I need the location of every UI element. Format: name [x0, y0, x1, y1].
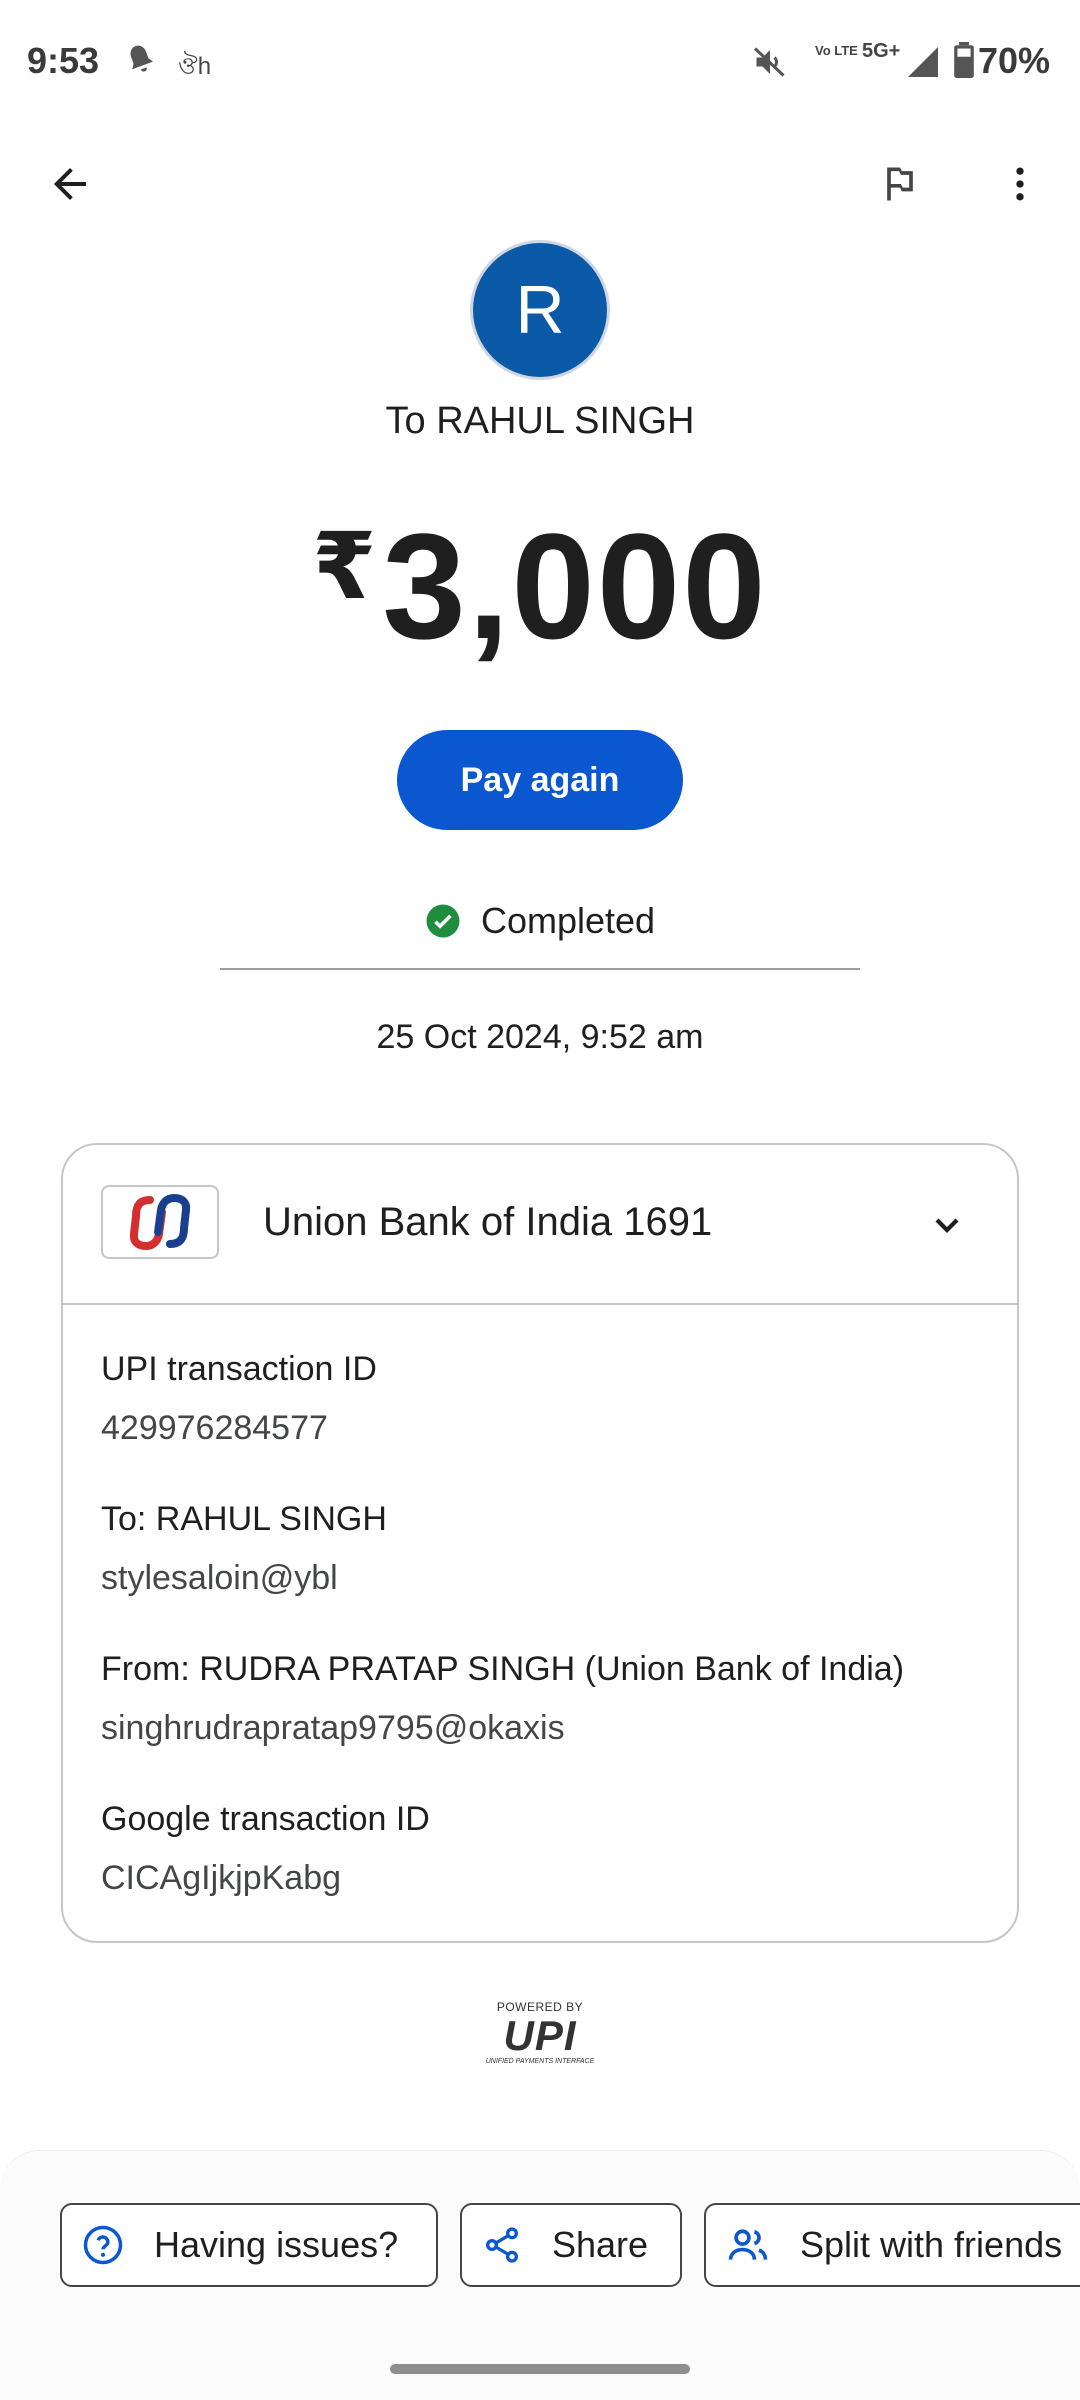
detail-upi-transaction-id: UPI transaction ID 429976284577: [101, 1350, 377, 1448]
split-with-friends-label: Split with friends: [800, 2224, 1063, 2265]
upi-subtitle: UNIFIED PAYMENTS INTERFACE: [485, 2058, 595, 2065]
status-dh-label: ঔh: [178, 53, 212, 80]
share-icon: [486, 2227, 518, 2263]
upi-logo: POWERED BY UPI UNIFIED PAYMENTS INTERFAC…: [470, 2000, 610, 2070]
detail-label: Google transaction ID: [101, 1800, 430, 1838]
expand-button[interactable]: [917, 1195, 977, 1255]
transaction-timestamp: 25 Oct 2024, 9:52 am: [376, 1018, 704, 1056]
notification-icon: [122, 42, 160, 85]
upi-brand: UPI: [503, 2012, 577, 2059]
detail-label: From: RUDRA PRATAP SINGH (Union Bank of …: [101, 1650, 905, 1688]
detail-from: From: RUDRA PRATAP SINGH (Union Bank of …: [101, 1650, 904, 1748]
battery-icon: [954, 42, 974, 83]
back-button[interactable]: [30, 144, 110, 224]
detail-value[interactable]: 429976284577: [101, 1409, 377, 1448]
status-bar: 9:53 ঔh Vo LTE 5G+ 70%: [0, 0, 1080, 125]
share-label: Share: [552, 2224, 649, 2265]
having-issues-button[interactable]: Having issues?: [60, 2203, 438, 2287]
flag-icon: [887, 167, 913, 201]
group-icon: [728, 2229, 768, 2260]
transaction-status: Completed: [0, 900, 1080, 942]
bank-name: Union Bank of India 1691: [263, 1200, 713, 1244]
amount-value: 3,000: [382, 502, 768, 670]
having-issues-label: Having issues?: [154, 2224, 399, 2265]
split-with-friends-button[interactable]: Split with friends: [704, 2203, 1080, 2287]
detail-value[interactable]: stylesaloin@ybl: [101, 1559, 387, 1598]
currency-symbol: ₹: [312, 516, 379, 618]
gesture-nav-handle[interactable]: [390, 2364, 690, 2374]
more-options-button[interactable]: [980, 144, 1060, 224]
detail-value[interactable]: singhrudrapratap9795@okaxis: [101, 1709, 904, 1748]
volte-label: Vo LTE: [815, 43, 858, 58]
transaction-details-card: Union Bank of India 1691 UPI transaction…: [61, 1143, 1019, 1943]
chevron-down-icon: [935, 1218, 959, 1233]
more-vert-icon: [1016, 167, 1024, 201]
report-button[interactable]: [860, 144, 940, 224]
help-icon: [83, 2225, 123, 2265]
avatar-letter: R: [515, 272, 565, 348]
network-type: 5G+: [862, 40, 901, 62]
detail-label: To: RAHUL SINGH: [101, 1500, 387, 1538]
mute-icon: [752, 44, 788, 85]
arrow-back-icon: [54, 168, 86, 200]
detail-label: UPI transaction ID: [101, 1350, 377, 1388]
status-label: Completed: [480, 900, 656, 941]
detail-value[interactable]: CICAgIjkjpKabg: [101, 1859, 430, 1898]
check-circle-icon: [426, 904, 460, 938]
bank-logo: [101, 1185, 219, 1259]
status-time: 9:53: [27, 40, 100, 81]
pay-again-button[interactable]: Pay again: [397, 730, 683, 830]
divider: [220, 968, 860, 970]
battery-percent: 70%: [978, 40, 1051, 81]
payment-amount: ₹3,000: [0, 500, 1080, 673]
signal-icon: [905, 44, 941, 85]
recipient-title: To RAHUL SINGH: [385, 400, 695, 442]
detail-google-transaction-id: Google transaction ID CICAgIjkjpKabg: [101, 1800, 430, 1898]
share-button[interactable]: Share: [460, 2203, 682, 2287]
detail-to: To: RAHUL SINGH stylesaloin@ybl: [101, 1500, 387, 1598]
avatar: R: [470, 240, 610, 380]
bank-account-row[interactable]: Union Bank of India 1691: [63, 1145, 1017, 1305]
